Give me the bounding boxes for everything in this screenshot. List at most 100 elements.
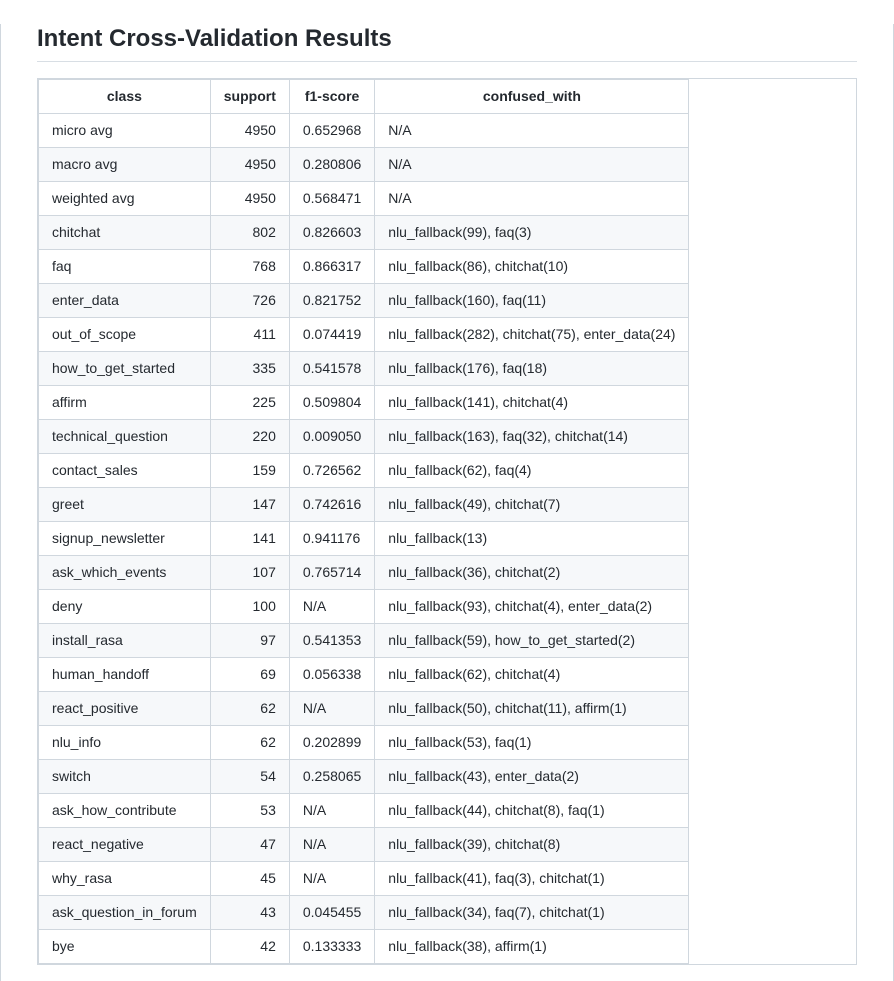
cell-f1: N/A (289, 692, 374, 726)
cell-support: 100 (210, 590, 289, 624)
cell-f1: 0.009050 (289, 420, 374, 454)
cell-f1: 0.280806 (289, 148, 374, 182)
cell-support: 159 (210, 454, 289, 488)
table-row: bye420.133333nlu_fallback(38), affirm(1) (39, 930, 689, 964)
table-row: react_positive62N/Anlu_fallback(50), chi… (39, 692, 689, 726)
table-row: affirm2250.509804nlu_fallback(141), chit… (39, 386, 689, 420)
cell-confused: nlu_fallback(86), chitchat(10) (375, 250, 689, 284)
document-content: Intent Cross-Validation Results class su… (0, 24, 894, 981)
table-row: macro avg49500.280806N/A (39, 148, 689, 182)
table-row: out_of_scope4110.074419nlu_fallback(282)… (39, 318, 689, 352)
cell-class: weighted avg (39, 182, 211, 216)
cell-support: 768 (210, 250, 289, 284)
cell-confused: nlu_fallback(36), chitchat(2) (375, 556, 689, 590)
cell-class: install_rasa (39, 624, 211, 658)
header-confused: confused_with (375, 80, 689, 114)
table-row: deny100N/Anlu_fallback(93), chitchat(4),… (39, 590, 689, 624)
cell-support: 107 (210, 556, 289, 590)
cell-support: 141 (210, 522, 289, 556)
table-row: install_rasa970.541353nlu_fallback(59), … (39, 624, 689, 658)
cell-support: 225 (210, 386, 289, 420)
cell-f1: 0.866317 (289, 250, 374, 284)
table-row: contact_sales1590.726562nlu_fallback(62)… (39, 454, 689, 488)
cell-class: micro avg (39, 114, 211, 148)
cell-confused: nlu_fallback(282), chitchat(75), enter_d… (375, 318, 689, 352)
cell-support: 4950 (210, 182, 289, 216)
cell-confused: nlu_fallback(163), faq(32), chitchat(14) (375, 420, 689, 454)
cell-support: 69 (210, 658, 289, 692)
cell-f1: 0.202899 (289, 726, 374, 760)
cell-class: technical_question (39, 420, 211, 454)
table-row: technical_question2200.009050nlu_fallbac… (39, 420, 689, 454)
cell-f1: N/A (289, 590, 374, 624)
cell-confused: nlu_fallback(44), chitchat(8), faq(1) (375, 794, 689, 828)
cell-confused: nlu_fallback(99), faq(3) (375, 216, 689, 250)
table-row: chitchat8020.826603nlu_fallback(99), faq… (39, 216, 689, 250)
cell-f1: 0.258065 (289, 760, 374, 794)
table-row: switch540.258065nlu_fallback(43), enter_… (39, 760, 689, 794)
page-title: Intent Cross-Validation Results (37, 24, 857, 62)
cell-confused: nlu_fallback(62), chitchat(4) (375, 658, 689, 692)
cell-confused: nlu_fallback(141), chitchat(4) (375, 386, 689, 420)
cell-f1: 0.652968 (289, 114, 374, 148)
cell-confused: nlu_fallback(62), faq(4) (375, 454, 689, 488)
table-row: react_negative47N/Anlu_fallback(39), chi… (39, 828, 689, 862)
cell-f1: 0.742616 (289, 488, 374, 522)
cell-support: 97 (210, 624, 289, 658)
cell-class: faq (39, 250, 211, 284)
table-row: greet1470.742616nlu_fallback(49), chitch… (39, 488, 689, 522)
cell-class: signup_newsletter (39, 522, 211, 556)
cell-class: affirm (39, 386, 211, 420)
table-row: human_handoff690.056338nlu_fallback(62),… (39, 658, 689, 692)
table-row: weighted avg49500.568471N/A (39, 182, 689, 216)
cell-f1: 0.826603 (289, 216, 374, 250)
cell-f1: 0.045455 (289, 896, 374, 930)
table-row: ask_question_in_forum430.045455nlu_fallb… (39, 896, 689, 930)
cell-class: chitchat (39, 216, 211, 250)
cell-support: 726 (210, 284, 289, 318)
cell-f1: 0.056338 (289, 658, 374, 692)
cell-f1: N/A (289, 828, 374, 862)
cell-confused: nlu_fallback(38), affirm(1) (375, 930, 689, 964)
cell-class: react_negative (39, 828, 211, 862)
cell-class: out_of_scope (39, 318, 211, 352)
cell-support: 47 (210, 828, 289, 862)
table-row: ask_how_contribute53N/Anlu_fallback(44),… (39, 794, 689, 828)
cell-f1: 0.541353 (289, 624, 374, 658)
cell-class: react_positive (39, 692, 211, 726)
cell-support: 4950 (210, 148, 289, 182)
cell-f1: 0.726562 (289, 454, 374, 488)
cell-class: deny (39, 590, 211, 624)
cell-class: ask_question_in_forum (39, 896, 211, 930)
cell-class: human_handoff (39, 658, 211, 692)
cell-class: nlu_info (39, 726, 211, 760)
cell-f1: 0.821752 (289, 284, 374, 318)
cell-f1: 0.074419 (289, 318, 374, 352)
table-row: why_rasa45N/Anlu_fallback(41), faq(3), c… (39, 862, 689, 896)
cell-confused: nlu_fallback(34), faq(7), chitchat(1) (375, 896, 689, 930)
cell-confused: N/A (375, 182, 689, 216)
cell-f1: 0.568471 (289, 182, 374, 216)
cell-confused: nlu_fallback(49), chitchat(7) (375, 488, 689, 522)
cell-confused: nlu_fallback(176), faq(18) (375, 352, 689, 386)
cell-class: greet (39, 488, 211, 522)
cell-class: contact_sales (39, 454, 211, 488)
cell-f1: 0.541578 (289, 352, 374, 386)
cell-f1: 0.509804 (289, 386, 374, 420)
cell-confused: nlu_fallback(13) (375, 522, 689, 556)
cell-support: 62 (210, 692, 289, 726)
cell-class: bye (39, 930, 211, 964)
header-f1: f1-score (289, 80, 374, 114)
cell-confused: nlu_fallback(160), faq(11) (375, 284, 689, 318)
cell-confused: nlu_fallback(39), chitchat(8) (375, 828, 689, 862)
cell-confused: nlu_fallback(50), chitchat(11), affirm(1… (375, 692, 689, 726)
cell-confused: nlu_fallback(93), chitchat(4), enter_dat… (375, 590, 689, 624)
cell-support: 802 (210, 216, 289, 250)
table-header-row: class support f1-score confused_with (39, 80, 689, 114)
cell-support: 62 (210, 726, 289, 760)
header-class: class (39, 80, 211, 114)
cell-class: switch (39, 760, 211, 794)
cell-confused: N/A (375, 114, 689, 148)
cell-support: 411 (210, 318, 289, 352)
cell-f1: 0.765714 (289, 556, 374, 590)
